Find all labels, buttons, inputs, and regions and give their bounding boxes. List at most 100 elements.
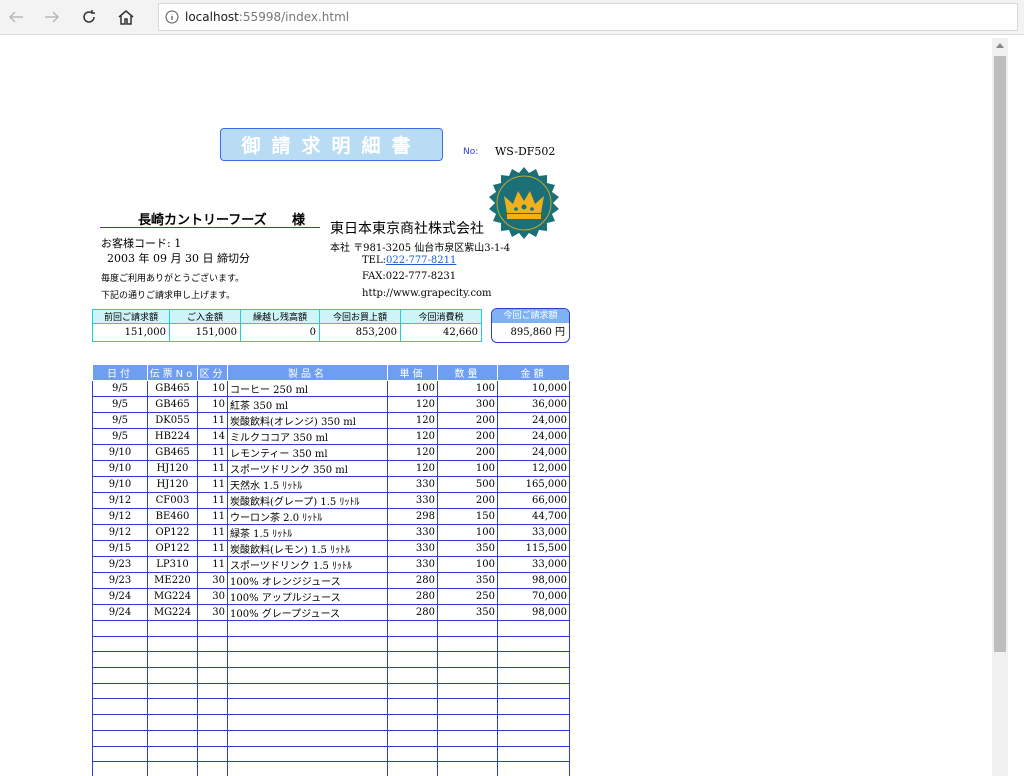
cell-product: 100% グレープジュース: [227, 604, 388, 621]
cell-slip-no: [147, 667, 198, 684]
cell-category: [197, 667, 228, 684]
table-row: 9/5 GB465 10 紅茶 350 ml 120 300 36,000: [92, 396, 570, 413]
info-icon: [159, 10, 185, 24]
cell-date: 9/5: [92, 380, 148, 397]
cell-unit-price: 120: [387, 460, 438, 477]
cell-quantity: 100: [437, 460, 498, 477]
cell-quantity: [437, 620, 498, 637]
cell-quantity: [437, 682, 498, 700]
cell-quantity: 150: [437, 508, 498, 525]
table-row: 9/10 HJ120 11 天然水 1.5 ﾘｯﾄﾙ 330 500 165,000: [92, 476, 570, 493]
cell-unit-price: [387, 714, 438, 731]
cell-slip-no: [147, 761, 198, 776]
cell-product: レモンティー 350 ml: [227, 444, 388, 461]
cell-slip-no: HJ120: [147, 476, 198, 493]
request-message: 下記の通りご請求申し上げます。: [101, 291, 236, 301]
cell-quantity: [437, 667, 498, 684]
cell-amount: 10,000: [497, 380, 570, 397]
cell-amount: 165,000: [497, 476, 570, 493]
col-header-slip-no: 伝票No: [147, 364, 198, 381]
scroll-thumb[interactable]: [994, 56, 1006, 652]
cell-category: [197, 761, 228, 776]
cell-product: [227, 729, 388, 747]
scroll-up-icon[interactable]: [995, 42, 1005, 52]
cell-date: 9/10: [92, 460, 148, 477]
cell-category: 11: [197, 476, 228, 493]
empty-table-row: [92, 620, 570, 637]
cell-category: 11: [197, 412, 228, 429]
address-bar[interactable]: localhost:55998/index.html: [158, 3, 1018, 31]
cell-amount: [497, 698, 570, 716]
summary-value: 151,000: [169, 323, 241, 342]
billing-amount-box: 今回ご請求額 895,860 円: [491, 308, 570, 343]
company-website: http://www.grapecity.com: [362, 288, 492, 299]
cell-product: 緑茶 1.5 ﾘｯﾄﾙ: [227, 524, 388, 541]
company-address: 本社 〒981-3205 仙台市泉区紫山3-1-4: [330, 243, 511, 254]
tel-link[interactable]: 022-777-8211: [386, 255, 456, 266]
cell-amount: 24,000: [497, 428, 570, 445]
cell-unit-price: 330: [387, 492, 438, 509]
table-row: 9/12 CF003 11 炭酸飲料(グレープ) 1.5 ﾘｯﾄﾙ 330 200 66,0…: [92, 492, 570, 509]
col-header-amount: 金額: [497, 364, 570, 381]
company-tel: TEL:022-777-8211: [362, 255, 456, 266]
empty-table-row: [92, 635, 570, 653]
cell-slip-no: [147, 745, 198, 763]
cell-product: [227, 620, 388, 637]
home-button[interactable]: [112, 4, 140, 30]
cell-quantity: 200: [437, 444, 498, 461]
cell-date: 9/5: [92, 428, 148, 445]
detail-header-row: 日付 伝票No 区分 製品名 単価 数量 金額: [92, 364, 570, 381]
cell-quantity: 350: [437, 572, 498, 589]
cell-product: 100% オレンジジュース: [227, 572, 388, 589]
cell-amount: 115,500: [497, 540, 570, 557]
cell-amount: [497, 667, 570, 684]
summary-header: 繰越し残高額: [240, 309, 320, 324]
cell-slip-no: CF003: [147, 492, 198, 509]
cell-category: 10: [197, 380, 228, 397]
cell-unit-price: 120: [387, 444, 438, 461]
cell-quantity: [437, 651, 498, 669]
cell-product: [227, 761, 388, 776]
back-button[interactable]: [2, 4, 30, 30]
crown-emblem-icon: [489, 167, 559, 239]
cell-product: コーヒー 250 ml: [227, 380, 388, 397]
cell-unit-price: 298: [387, 508, 438, 525]
table-row: 9/24 MG224 30 100% アップルジュース 280 250 70,000: [92, 588, 570, 605]
cell-slip-no: GB465: [147, 396, 198, 413]
refresh-icon: [83, 10, 95, 23]
cell-date: [92, 714, 148, 731]
greeting-message: 毎度ご利用ありがとうございます。: [101, 274, 245, 284]
cell-quantity: 350: [437, 540, 498, 557]
cell-date: [92, 745, 148, 763]
vertical-scrollbar[interactable]: [992, 38, 1008, 776]
cell-category: 10: [197, 396, 228, 413]
company-fax: FAX:022-777-8231: [362, 271, 457, 282]
summary-value: 151,000: [92, 323, 170, 342]
cell-unit-price: 330: [387, 476, 438, 493]
cell-date: 9/23: [92, 556, 148, 573]
cell-quantity: 100: [437, 380, 498, 397]
detail-table: 日付 伝票No 区分 製品名 単価 数量 金額 9/5 GB465 10 コーヒー 2…: [92, 364, 570, 776]
col-header-date: 日付: [92, 364, 148, 381]
cell-unit-price: [387, 761, 438, 776]
cell-product: スポーツドリンク 350 ml: [227, 460, 388, 477]
cell-date: 9/12: [92, 492, 148, 509]
forward-button[interactable]: [38, 4, 66, 30]
cell-category: [197, 635, 228, 653]
page-title: 御請求明細書: [220, 128, 443, 161]
summary-header: 前回ご請求額: [92, 309, 170, 324]
cell-slip-no: GB465: [147, 444, 198, 461]
cell-quantity: [437, 761, 498, 776]
honorific: 様: [292, 213, 306, 228]
empty-table-row: [92, 729, 570, 747]
cell-unit-price: 280: [387, 572, 438, 589]
table-row: 9/15 OP122 11 炭酸飲料(レモン) 1.5 ﾘｯﾄﾙ 330 350 115,5…: [92, 540, 570, 557]
refresh-button[interactable]: [75, 4, 103, 30]
cell-category: 11: [197, 492, 228, 509]
cell-category: [197, 714, 228, 731]
cell-amount: 24,000: [497, 412, 570, 429]
cell-category: 11: [197, 460, 228, 477]
table-row: 9/5 HB224 14 ミルクココア 350 ml 120 200 24,000: [92, 428, 570, 445]
cell-date: [92, 761, 148, 776]
cell-quantity: 200: [437, 412, 498, 429]
